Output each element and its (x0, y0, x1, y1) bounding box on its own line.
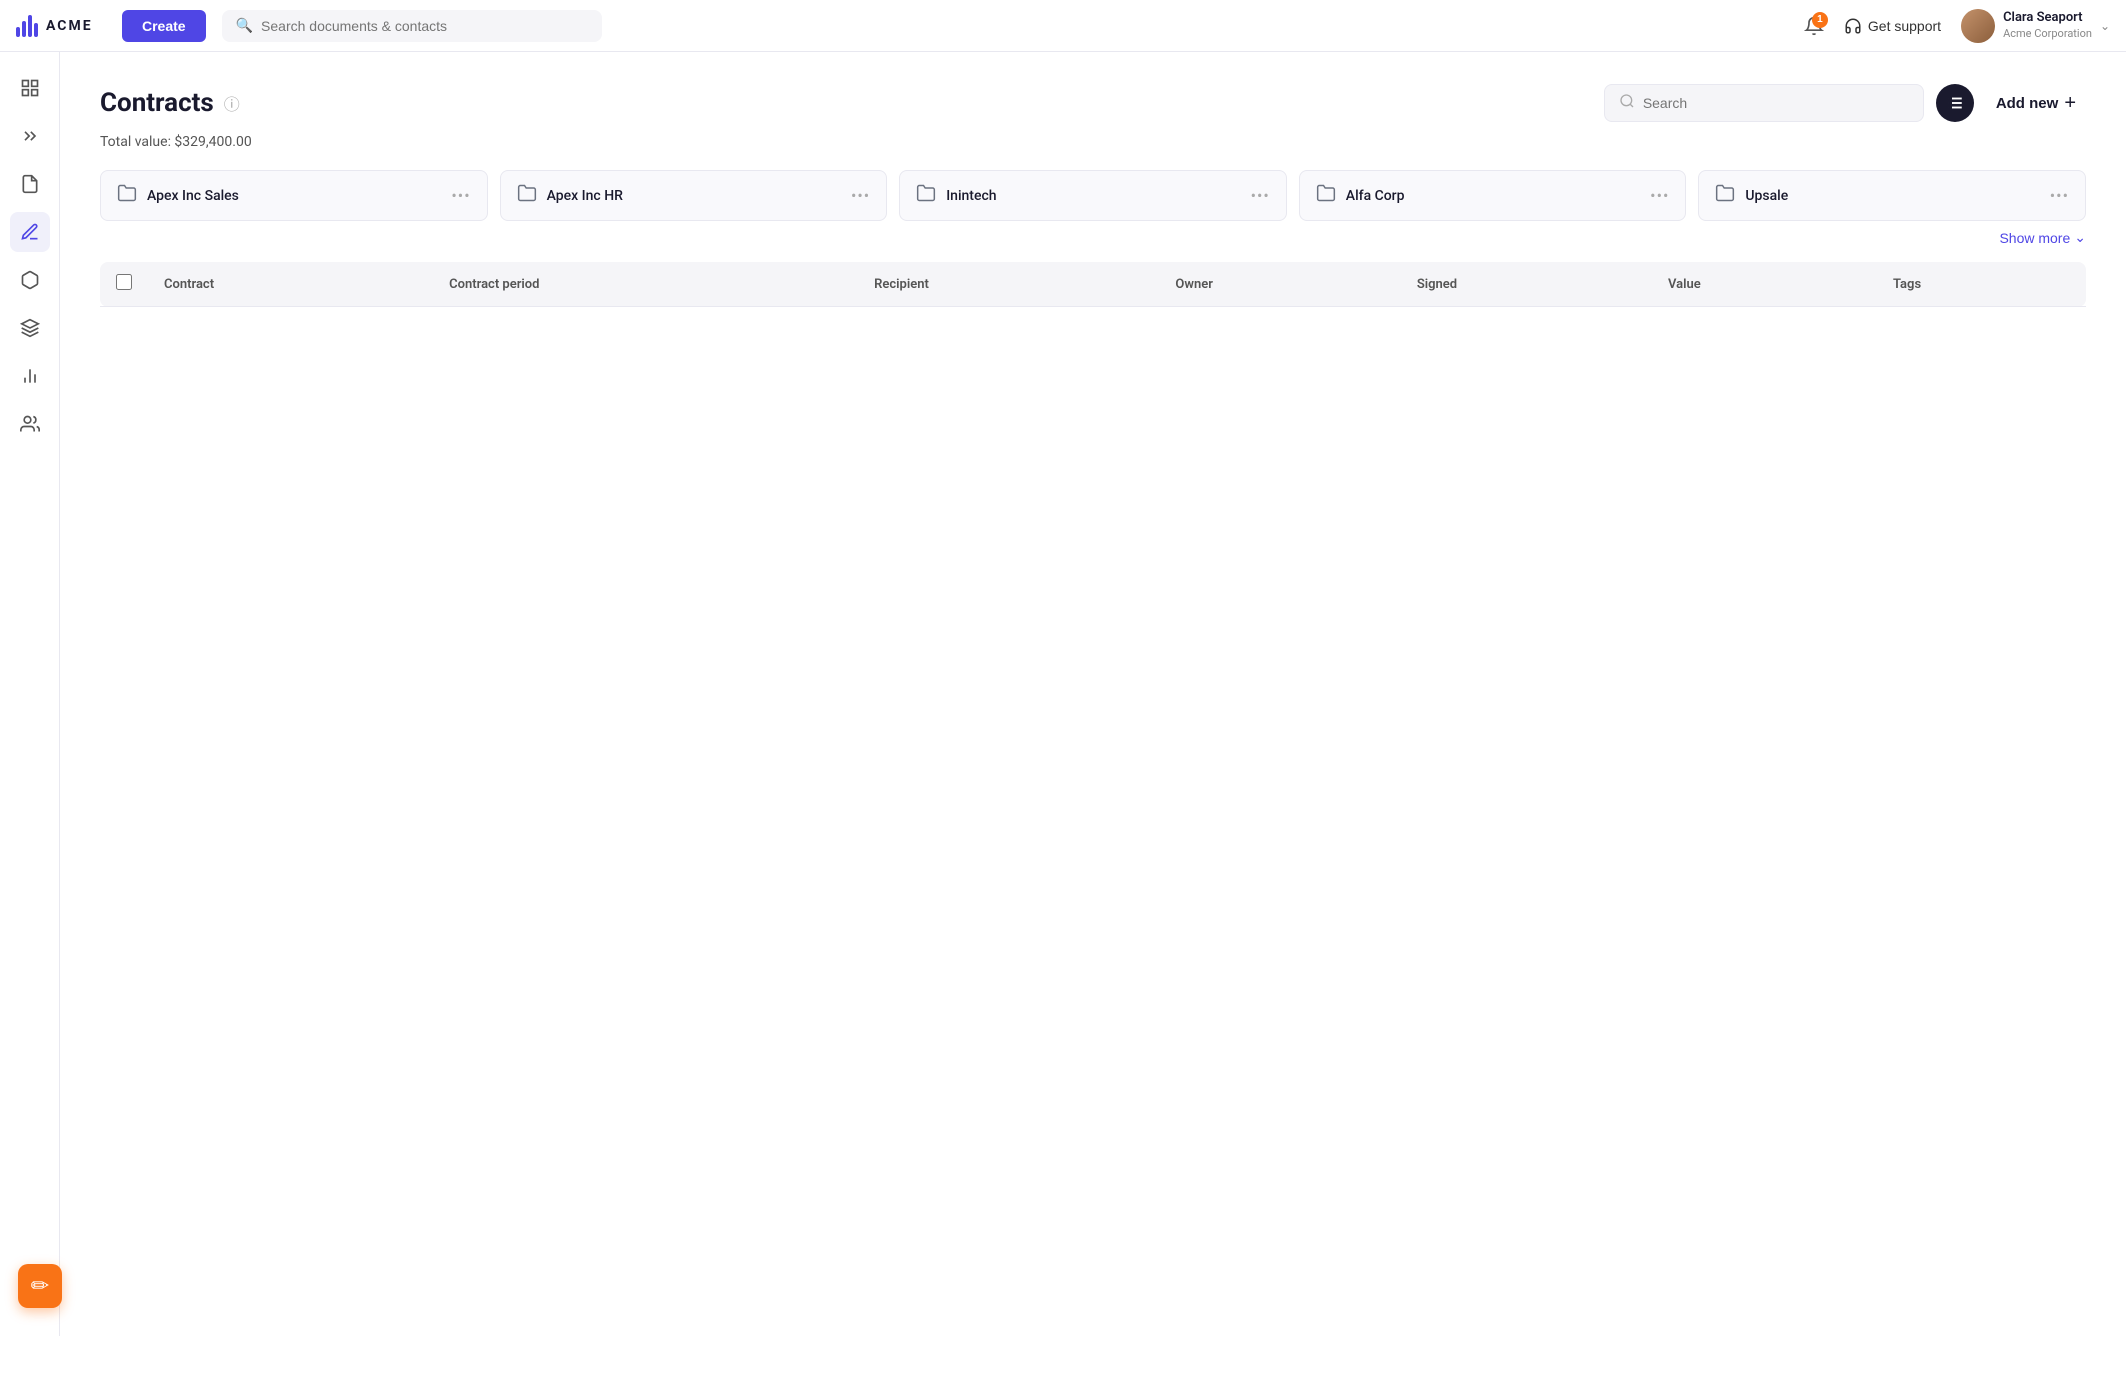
sidebar-item-arrows[interactable] (10, 116, 50, 156)
folder-card[interactable]: Inintech ••• (899, 170, 1287, 221)
sidebar-item-contacts[interactable] (10, 404, 50, 444)
user-info: Clara Seaport Acme Corporation (2003, 10, 2092, 41)
contracts-table: ContractContract periodRecipientOwnerSig… (100, 262, 2086, 307)
support-label: Get support (1868, 18, 1941, 34)
user-company: Acme Corporation (2003, 27, 2092, 41)
folder-card[interactable]: Apex Inc HR ••• (500, 170, 888, 221)
folder-card[interactable]: Apex Inc Sales ••• (100, 170, 488, 221)
folder-icon (1316, 183, 1336, 208)
edit-icon: ✏ (31, 1274, 49, 1299)
filter-button[interactable] (1936, 84, 1974, 122)
col-header-signed: Signed (1401, 262, 1652, 307)
search-icon: 🔍 (236, 18, 253, 34)
col-header-tags: Tags (1877, 262, 2086, 307)
document-icon (20, 174, 40, 194)
notification-badge: 1 (1812, 12, 1828, 28)
page-title-area: Contracts ⓘ (100, 88, 240, 118)
select-all-column (100, 262, 148, 307)
show-more-button[interactable]: Show more ⌄ (1999, 229, 2086, 246)
sidebar-item-dashboard[interactable] (10, 68, 50, 108)
avatar (1961, 9, 1995, 43)
sidebar-item-layers[interactable] (10, 308, 50, 348)
folder-icon (1715, 183, 1735, 208)
folder-card[interactable]: Alfa Corp ••• (1299, 170, 1687, 221)
col-header-owner: Owner (1159, 262, 1400, 307)
nav-right: 1 Get support Clara Seaport Acme Corpora… (1804, 9, 2110, 43)
filter-icon (1946, 94, 1964, 112)
col-header-recipient: Recipient (858, 262, 1159, 307)
folder-icon (916, 183, 936, 208)
sidebar-item-contracts[interactable] (10, 212, 50, 252)
sidebar-item-products[interactable] (10, 260, 50, 300)
folder-icon (117, 183, 137, 208)
total-value: Total value: $329,400.00 (100, 134, 2086, 150)
page-header: Contracts ⓘ Add n (100, 84, 2086, 122)
folder-menu-button[interactable]: ••• (2050, 186, 2069, 205)
info-icon[interactable]: ⓘ (224, 91, 240, 115)
folder-menu-button[interactable]: ••• (451, 186, 470, 205)
cube-icon (20, 270, 40, 290)
header-actions: Add new + (1604, 84, 2086, 122)
sidebar (0, 52, 60, 1336)
folder-menu-button[interactable]: ••• (1251, 186, 1270, 205)
add-new-button[interactable]: Add new + (1986, 86, 2086, 121)
folders-row: Apex Inc Sales ••• Apex Inc HR ••• Inint… (100, 170, 2086, 221)
col-header-value: Value (1652, 262, 1877, 307)
create-button[interactable]: Create (122, 10, 206, 42)
main-content: Contracts ⓘ Add n (60, 52, 2126, 1336)
select-all-checkbox[interactable] (116, 274, 132, 290)
support-button[interactable]: Get support (1844, 17, 1941, 35)
search-icon (1619, 93, 1635, 113)
top-navigation: ACME Create 🔍 1 Get support Clar (0, 0, 2126, 52)
plus-icon: + (2064, 92, 2076, 115)
user-profile-area[interactable]: Clara Seaport Acme Corporation ⌄ (1961, 9, 2110, 43)
notifications-button[interactable]: 1 (1804, 16, 1824, 36)
logo-icon (16, 15, 38, 37)
headset-icon (1844, 17, 1862, 35)
user-name: Clara Seaport (2003, 10, 2092, 27)
logo-text: ACME (46, 18, 93, 34)
fab-button[interactable]: ✏ (18, 1264, 62, 1308)
arrows-icon (20, 126, 40, 146)
contracts-search-bar (1604, 84, 1924, 122)
chevron-down-icon: ⌄ (2074, 229, 2086, 246)
add-new-label: Add new (1996, 95, 2059, 112)
layers-icon (20, 318, 40, 338)
chart-icon (20, 366, 40, 386)
folder-name: Alfa Corp (1346, 188, 1640, 204)
page-title: Contracts (100, 88, 214, 118)
col-header-contract: Contract (148, 262, 433, 307)
folder-name: Upsale (1745, 188, 2039, 204)
sidebar-item-analytics[interactable] (10, 356, 50, 396)
folder-name: Apex Inc Sales (147, 188, 441, 204)
grid-icon (20, 78, 40, 98)
col-header-contract-period: Contract period (433, 262, 858, 307)
global-search-input[interactable] (261, 18, 588, 34)
show-more-label: Show more (1999, 230, 2070, 246)
folder-icon (517, 183, 537, 208)
folder-name: Apex Inc HR (547, 188, 841, 204)
folder-name: Inintech (946, 188, 1240, 204)
avatar-image (1961, 9, 1995, 43)
contacts-icon (20, 414, 40, 434)
pen-icon (20, 222, 40, 242)
contracts-search-input[interactable] (1643, 95, 1909, 111)
sidebar-item-documents[interactable] (10, 164, 50, 204)
folder-menu-button[interactable]: ••• (851, 186, 870, 205)
folder-card[interactable]: Upsale ••• (1698, 170, 2086, 221)
global-search-bar: 🔍 (222, 10, 602, 42)
chevron-down-icon: ⌄ (2100, 19, 2110, 33)
logo-area: ACME (16, 15, 106, 37)
folder-menu-button[interactable]: ••• (1650, 186, 1669, 205)
show-more-row: Show more ⌄ (100, 229, 2086, 246)
table-header-row: ContractContract periodRecipientOwnerSig… (100, 262, 2086, 307)
